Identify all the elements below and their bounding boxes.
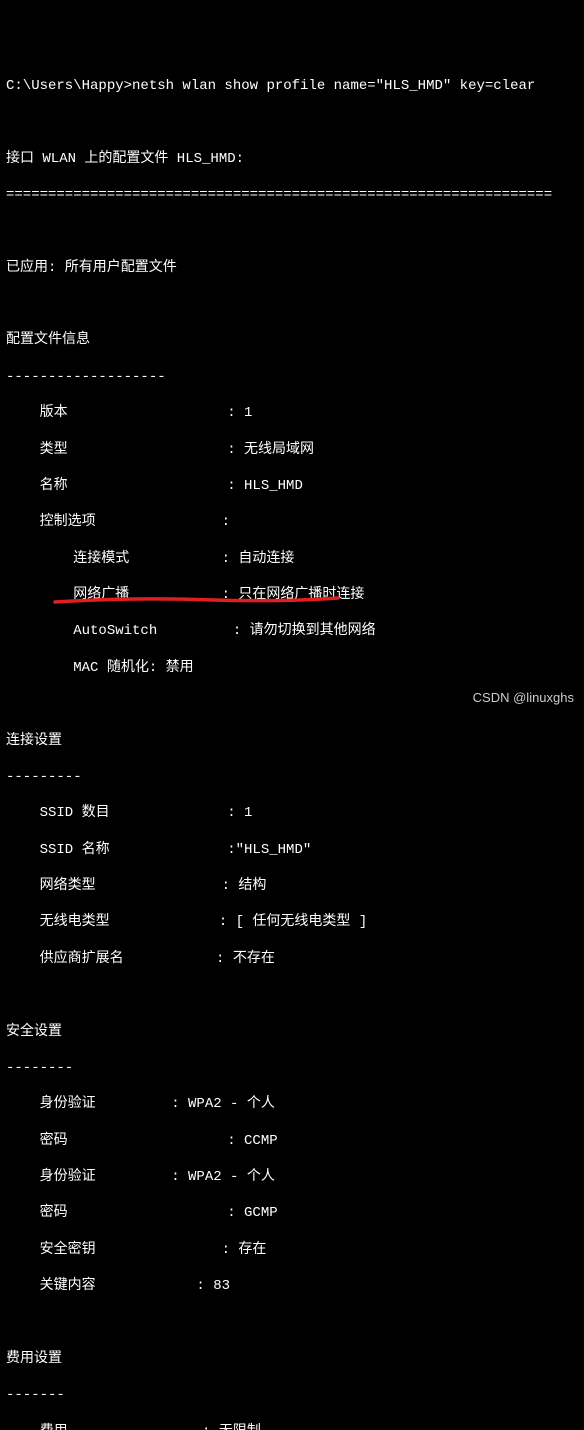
- row-conn-mode: 连接模式 : 自动连接: [6, 550, 578, 568]
- row-auth2: 身份验证 : WPA2 - 个人: [6, 1168, 578, 1186]
- row-broadcast: 网络广播 : 只在网络广播时连接: [6, 586, 578, 604]
- row-autoswitch: AutoSwitch : 请勿切换到其他网络: [6, 622, 578, 640]
- row-radio: 无线电类型 : [ 任何无线电类型 ]: [6, 913, 578, 931]
- security-title: 安全设置: [6, 1023, 578, 1041]
- row-ssid-count: SSID 数目 : 1: [6, 804, 578, 822]
- row-net-type: 网络类型 : 结构: [6, 877, 578, 895]
- dashes: -------: [6, 1386, 578, 1404]
- row-key-content: 关键内容 : 83: [6, 1277, 578, 1295]
- row-cipher2: 密码 : GCMP: [6, 1204, 578, 1222]
- row-vendor: 供应商扩展名 : 不存在: [6, 950, 578, 968]
- row-mac: MAC 随机化: 禁用: [6, 659, 578, 677]
- row-ctrl: 控制选项 :: [6, 513, 578, 531]
- dashes: --------: [6, 1059, 578, 1077]
- blank: [6, 1314, 578, 1332]
- applied: 已应用: 所有用户配置文件: [6, 259, 578, 277]
- row-cipher1: 密码 : CCMP: [6, 1132, 578, 1150]
- row-key: 安全密钥 : 存在: [6, 1241, 578, 1259]
- row-ssid-name: SSID 名称 :"HLS_HMD": [6, 841, 578, 859]
- command-prompt-line: C:\Users\Happy>netsh wlan show profile n…: [6, 77, 578, 95]
- blank: [6, 986, 578, 1004]
- watermark: CSDN @linuxghs: [473, 690, 574, 707]
- interface-header: 接口 WLAN 上的配置文件 HLS_HMD:: [6, 150, 578, 168]
- row-type: 类型 : 无线局域网: [6, 441, 578, 459]
- blank: [6, 113, 578, 131]
- blank: [6, 295, 578, 313]
- profile-info-title: 配置文件信息: [6, 331, 578, 349]
- row-cost: 费用 : 无限制: [6, 1423, 578, 1430]
- row-version: 版本 : 1: [6, 404, 578, 422]
- dashes: -------------------: [6, 368, 578, 386]
- cost-title: 费用设置: [6, 1350, 578, 1368]
- conn-title: 连接设置: [6, 732, 578, 750]
- red-underline-annotation: [36, 575, 326, 585]
- row-auth1: 身份验证 : WPA2 - 个人: [6, 1095, 578, 1113]
- row-name: 名称 : HLS_HMD: [6, 477, 578, 495]
- dashes: ---------: [6, 768, 578, 786]
- blank: [6, 222, 578, 240]
- divider: ========================================…: [6, 186, 578, 204]
